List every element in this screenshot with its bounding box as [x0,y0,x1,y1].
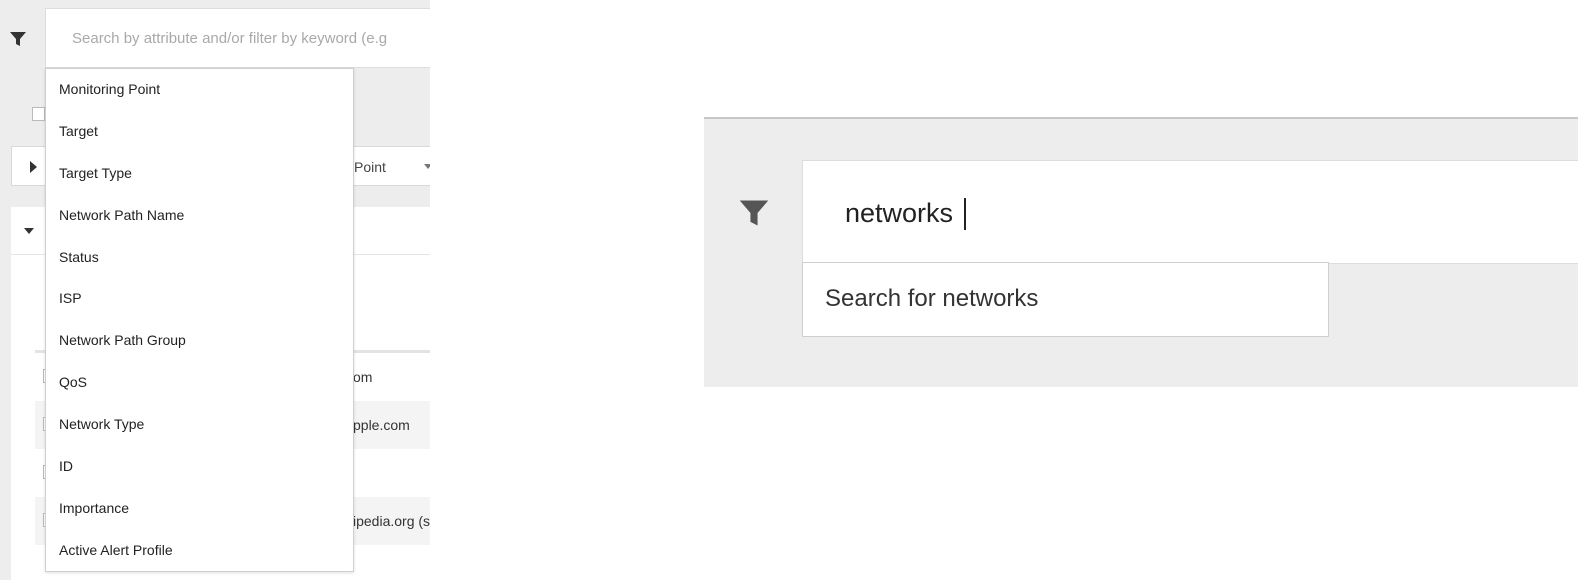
attribute-dropdown-menu: Monitoring Point Target Target Type Netw… [45,68,354,572]
target-cell: pple.com [353,417,410,433]
column-sort-caret-icon[interactable] [424,164,430,169]
collapse-triangle-icon[interactable] [24,228,34,234]
target-cell: ipedia.org (s [353,513,430,529]
menu-item-qos[interactable]: QoS [46,362,353,404]
filter-funnel-icon[interactable] [9,30,27,48]
menu-item-id[interactable]: ID [46,446,353,488]
menu-item-status[interactable]: Status [46,237,353,279]
menu-item-network-type[interactable]: Network Type [46,404,353,446]
menu-item-target[interactable]: Target [46,111,353,153]
text-cursor [964,198,966,230]
menu-item-importance[interactable]: Importance [46,488,353,530]
menu-item-isp[interactable]: ISP [46,278,353,320]
left-panel: Search by attribute and/or filter by key… [0,0,430,580]
menu-item-active-alert-profile[interactable]: Active Alert Profile [46,530,353,572]
menu-item-target-type[interactable]: Target Type [46,153,353,195]
search-input[interactable]: Search by attribute and/or filter by key… [45,8,430,68]
filter-funnel-icon[interactable] [738,197,770,229]
target-cell: om [353,369,373,385]
menu-item-network-path-group[interactable]: Network Path Group [46,320,353,362]
menu-item-network-path-name[interactable]: Network Path Name [46,195,353,237]
search-suggestion[interactable]: Search for networks [802,262,1329,337]
select-all-checkbox[interactable] [32,107,45,121]
menu-item-monitoring-point[interactable]: Monitoring Point [46,69,353,111]
expand-triangle-icon[interactable] [30,161,37,173]
search-input[interactable]: networks [802,160,1578,264]
column-header-monitoring-point[interactable]: Point [354,147,386,187]
search-suggestion-label[interactable]: Search for networks [825,263,1038,335]
search-input-value[interactable]: networks [845,161,953,265]
